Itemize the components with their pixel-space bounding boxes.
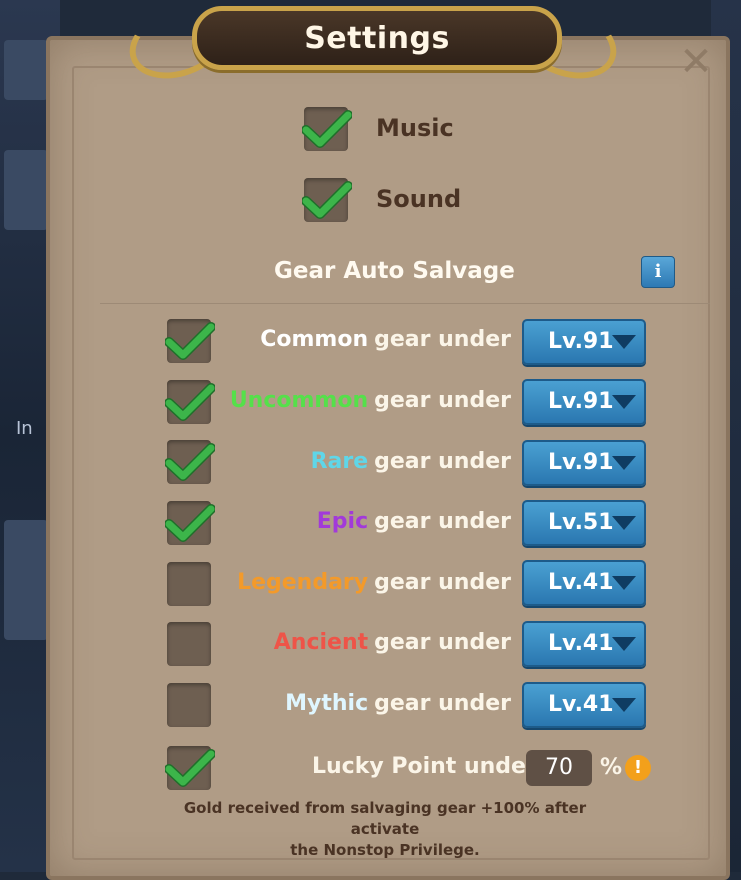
rare-checkbox[interactable] <box>165 440 215 484</box>
level-value: Lv.91 <box>548 450 614 475</box>
music-label: Music <box>376 114 454 142</box>
mythic-row-label: Mythic gear under <box>285 691 511 716</box>
common-row-label: Common gear under <box>260 327 511 352</box>
lucky-point-checkbox[interactable] <box>165 746 215 790</box>
checkmark-icon <box>302 110 352 148</box>
chevron-down-icon <box>612 576 636 590</box>
rarity-name: Legendary <box>237 570 369 595</box>
level-value: Lv.91 <box>548 329 614 354</box>
note-line-1: Gold received from salvaging gear +100% … <box>183 799 587 838</box>
row-suffix: gear under <box>374 570 511 595</box>
sound-checkbox[interactable] <box>302 178 352 222</box>
rare-level-dropdown[interactable]: Lv.91 <box>522 440 646 486</box>
info-icon[interactable]: i <box>641 256 675 288</box>
checkmark-icon <box>165 443 215 481</box>
gear-auto-salvage-title: Gear Auto Salvage <box>274 258 515 284</box>
level-value: Lv.41 <box>548 692 614 717</box>
title-plate: Settings <box>119 0 627 92</box>
row-suffix: gear under <box>374 630 511 655</box>
warning-icon[interactable]: ! <box>625 755 651 781</box>
level-value: Lv.41 <box>548 570 614 595</box>
common-checkbox[interactable] <box>165 319 215 363</box>
chevron-down-icon <box>612 456 636 470</box>
note-line-2: the Nonstop Privilege. <box>290 841 480 859</box>
chevron-down-icon <box>612 516 636 530</box>
checkmark-icon <box>302 181 352 219</box>
mythic-level-dropdown[interactable]: Lv.41 <box>522 682 646 728</box>
rarity-name: Epic <box>316 509 369 534</box>
level-value: Lv.91 <box>548 389 614 414</box>
rare-row-label: Rare gear under <box>311 449 511 474</box>
epic-level-dropdown[interactable]: Lv.51 <box>522 500 646 546</box>
ancient-row-label: Ancient gear under <box>274 630 511 655</box>
divider <box>100 303 710 304</box>
checkmark-icon <box>165 322 215 360</box>
salvage-note: Gold received from salvaging gear +100% … <box>150 798 620 861</box>
percent-sign: % <box>600 755 623 780</box>
ancient-checkbox[interactable] <box>167 622 211 666</box>
chevron-down-icon <box>612 698 636 712</box>
epic-row-label: Epic gear under <box>317 509 511 534</box>
page-title: Settings <box>304 20 450 56</box>
legendary-row-label: Legendary gear under <box>237 570 511 595</box>
chevron-down-icon <box>612 335 636 349</box>
background-decoration <box>4 150 48 230</box>
sound-label: Sound <box>376 185 462 213</box>
row-suffix: gear under <box>374 509 511 534</box>
row-suffix: gear under <box>374 691 511 716</box>
checkmark-icon <box>165 504 215 542</box>
uncommon-checkbox[interactable] <box>165 380 215 424</box>
title-bar: Settings <box>192 6 562 70</box>
legendary-level-dropdown[interactable]: Lv.41 <box>522 560 646 606</box>
chevron-down-icon <box>612 395 636 409</box>
close-button[interactable]: ✕ <box>678 42 714 82</box>
lucky-point-label: Lucky Point under <box>312 754 537 779</box>
rarity-name: Ancient <box>273 630 369 655</box>
ancient-level-dropdown[interactable]: Lv.41 <box>522 621 646 667</box>
uncommon-row-label: Uncommon gear under <box>230 388 511 413</box>
row-suffix: gear under <box>374 327 511 352</box>
level-value: Lv.41 <box>548 631 614 656</box>
epic-checkbox[interactable] <box>165 501 215 545</box>
row-suffix: gear under <box>374 388 511 413</box>
lucky-point-input[interactable]: 70 <box>526 750 592 786</box>
legendary-checkbox[interactable] <box>167 562 211 606</box>
chevron-down-icon <box>612 637 636 651</box>
rarity-name: Uncommon <box>229 388 369 413</box>
background-decoration <box>4 40 48 100</box>
level-value: Lv.51 <box>548 510 614 535</box>
checkmark-icon <box>165 749 215 787</box>
background-decoration <box>4 520 48 640</box>
mythic-checkbox[interactable] <box>167 683 211 727</box>
music-checkbox[interactable] <box>302 107 352 151</box>
background-partial-text: In <box>16 418 33 439</box>
rarity-name: Mythic <box>285 691 369 716</box>
uncommon-level-dropdown[interactable]: Lv.91 <box>522 379 646 425</box>
rarity-name: Rare <box>310 449 369 474</box>
checkmark-icon <box>165 383 215 421</box>
common-level-dropdown[interactable]: Lv.91 <box>522 319 646 365</box>
rarity-name: Common <box>260 327 369 352</box>
row-suffix: gear under <box>374 449 511 474</box>
